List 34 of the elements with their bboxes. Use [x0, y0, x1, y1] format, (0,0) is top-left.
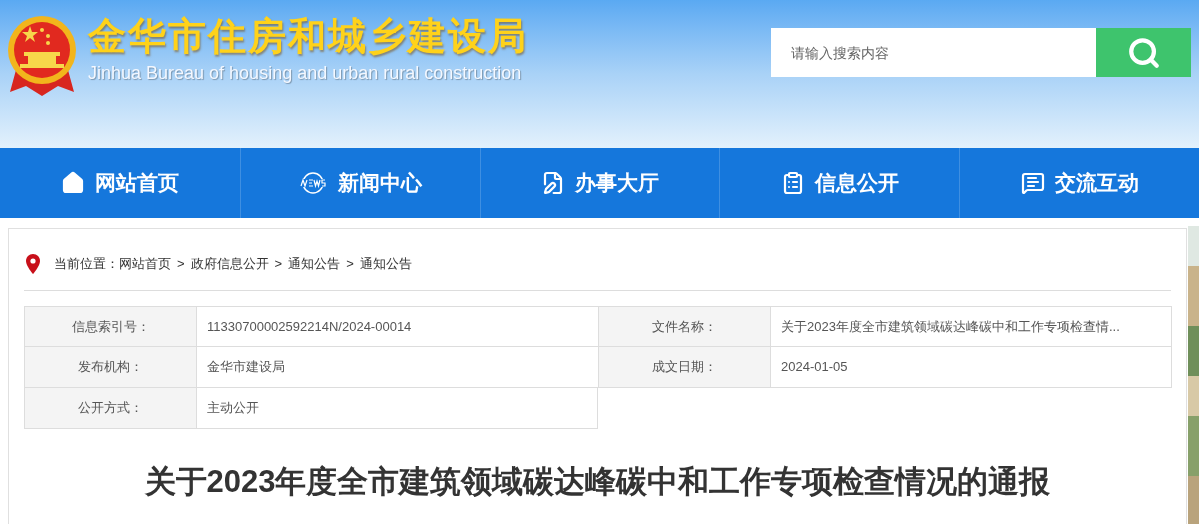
- breadcrumb-link[interactable]: 通知公告: [359, 253, 412, 274]
- field-label: 发布机构：: [24, 347, 196, 388]
- field-label: 文件名称：: [598, 306, 770, 347]
- nav-item[interactable]: 办事大厅: [479, 148, 720, 218]
- breadcrumb-separator: >: [177, 254, 185, 273]
- article-title: 关于2023年度全市建筑领域碳达峰碳中和工作专项检查情况的通报: [143, 463, 1052, 501]
- field-label: 公开方式：: [24, 388, 196, 429]
- field-value: 金华市建设局: [196, 347, 598, 388]
- breadcrumb-link[interactable]: 政府信息公开: [190, 253, 269, 274]
- nav-item[interactable]: 信息公开: [719, 148, 960, 218]
- site-title: 金华市住房和城乡建设局: [88, 14, 528, 59]
- field-value: 主动公开: [196, 388, 598, 429]
- search-button[interactable]: [1096, 28, 1191, 77]
- breadcrumb-label: 当前位置：: [54, 254, 119, 273]
- search-icon: [1126, 35, 1161, 70]
- nav-item[interactable]: 新闻中心: [239, 148, 480, 218]
- field-value: 2024-01-05: [770, 347, 1172, 388]
- nav-item[interactable]: 交流互动: [959, 148, 1199, 218]
- edit-icon: [541, 171, 565, 195]
- globe-icon: [298, 172, 329, 194]
- nav-item[interactable]: 网站首页: [0, 148, 240, 218]
- breadcrumb-separator: >: [274, 254, 283, 273]
- chat-icon: [1020, 171, 1045, 195]
- breadcrumb-link[interactable]: 通知公告: [288, 253, 341, 274]
- location-pin-icon: [26, 253, 40, 274]
- breadcrumb-separator: >: [346, 254, 354, 273]
- breadcrumb-link[interactable]: 网站首页: [119, 253, 171, 274]
- search-field[interactable]: 请输入搜索内容: [771, 28, 1096, 77]
- field-value: 11330700002592214N/2024-00014: [196, 306, 598, 347]
- site-subtitle: Jinhua Bureau of housing and urban rural construction: [88, 62, 523, 85]
- home-icon: [60, 171, 85, 195]
- field-value: 关于2023年度全市建筑领域碳达峰碳中和工作专项检查情...: [770, 306, 1172, 347]
- field-label: 信息索引号：: [24, 306, 196, 347]
- field-label: 成文日期：: [598, 347, 770, 388]
